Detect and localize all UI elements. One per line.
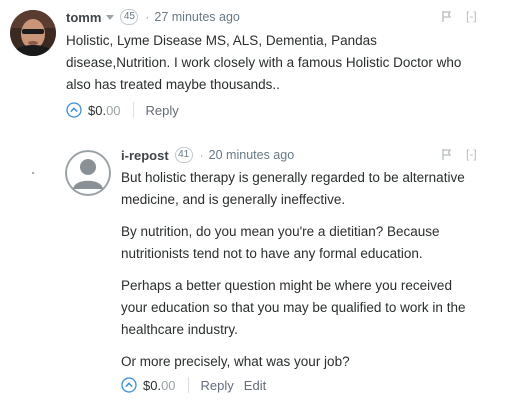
divider — [187, 377, 189, 393]
comment-thread: tomm 45 · 27 minutes ago [-] Holistic, L… — [0, 0, 518, 408]
comment-actions: [-] — [442, 147, 477, 161]
user-menu-caret-icon[interactable] — [106, 14, 115, 20]
comment-header: tomm 45 · 27 minutes ago — [66, 8, 240, 26]
tip-dollars: $0. — [88, 102, 107, 118]
thread-dot — [32, 172, 34, 174]
timestamp[interactable]: 20 minutes ago — [209, 148, 294, 162]
avatar[interactable] — [10, 10, 56, 56]
comment-body: Holistic, Lyme Disease MS, ALS, Dementia… — [66, 30, 466, 106]
separator-bullet: · — [145, 10, 150, 24]
comment-paragraph: But holistic therapy is generally regard… — [121, 170, 465, 207]
comment-body: But holistic therapy is generally regard… — [121, 167, 476, 383]
tip-cents: 00 — [106, 102, 121, 118]
separator-bullet: · — [199, 148, 204, 162]
comment-header: i-repost 41 · 20 minutes ago — [121, 146, 294, 164]
username[interactable]: tomm — [66, 10, 101, 25]
collapse-button[interactable]: [-] — [466, 9, 477, 23]
tip-amount: $0.00 — [143, 378, 176, 393]
edit-button[interactable]: Edit — [244, 378, 266, 393]
comment-footer: $0.00 Reply — [66, 102, 179, 118]
timestamp[interactable]: 27 minutes ago — [154, 10, 239, 24]
reply-button[interactable]: Reply — [201, 378, 234, 393]
comment-paragraph: By nutrition, do you mean you're a dieti… — [121, 224, 440, 261]
reputation-badge: 41 — [174, 147, 193, 163]
comment-paragraph: Or more precisely, what was your job? — [121, 354, 350, 369]
comment-paragraph: Holistic, Lyme Disease MS, ALS, Dementia… — [66, 33, 462, 92]
tip-dollars: $0. — [143, 377, 162, 393]
tip-amount: $0.00 — [88, 103, 121, 118]
comment-paragraph: Perhaps a better question might be where… — [121, 278, 466, 337]
reply-button[interactable]: Reply — [146, 103, 179, 118]
username[interactable]: i-repost — [121, 148, 169, 163]
collapse-button[interactable]: [-] — [466, 147, 477, 161]
avatar[interactable] — [65, 150, 111, 196]
comment-footer: $0.00 Reply Edit — [121, 377, 266, 393]
upvote-icon[interactable] — [121, 377, 137, 393]
divider — [132, 102, 134, 118]
comment-actions: [-] — [442, 9, 477, 23]
upvote-icon[interactable] — [66, 102, 82, 118]
flag-icon[interactable] — [442, 148, 452, 160]
tip-cents: 00 — [161, 377, 176, 393]
flag-icon[interactable] — [442, 10, 452, 22]
reputation-badge: 45 — [120, 9, 139, 25]
